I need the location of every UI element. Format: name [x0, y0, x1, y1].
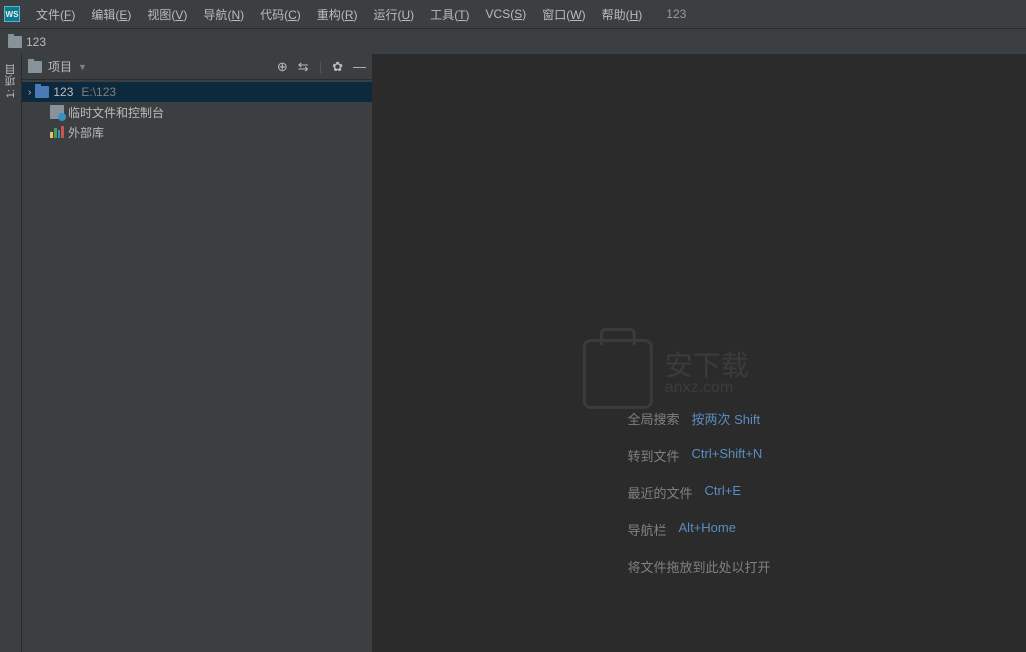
- menu-file[interactable]: 文件(F): [28, 2, 83, 27]
- watermark-logo: 安下载 anxz.com: [583, 339, 749, 409]
- shortcuts-list: 全局搜索 按两次 Shift 转到文件 Ctrl+Shift+N 最近的文件 C…: [627, 409, 770, 576]
- minimize-icon[interactable]: —: [353, 59, 366, 74]
- menu-code[interactable]: 代码(C): [252, 2, 309, 27]
- menu-navigate[interactable]: 导航(N): [195, 2, 252, 27]
- chevron-down-icon: ▼: [78, 62, 87, 72]
- app-icon: WS: [4, 6, 20, 22]
- divider: |: [319, 59, 322, 74]
- menu-window[interactable]: 窗口(W): [534, 2, 593, 27]
- shortcut-recent-files[interactable]: 最近的文件 Ctrl+E: [627, 483, 741, 502]
- watermark-text: 安下载 anxz.com: [665, 352, 749, 396]
- tree-label: 123: [53, 85, 73, 99]
- menu-tools[interactable]: 工具(T): [422, 2, 477, 27]
- window-title-project: 123: [666, 7, 686, 21]
- menu-edit[interactable]: 编辑(E): [83, 2, 139, 27]
- gear-icon[interactable]: ✿: [332, 59, 343, 75]
- menu-vcs[interactable]: VCS(S): [478, 3, 535, 25]
- menubar: WS 文件(F) 编辑(E) 视图(V) 导航(N) 代码(C) 重构(R) 运…: [0, 0, 1026, 28]
- shortcut-goto-file[interactable]: 转到文件 Ctrl+Shift+N: [627, 446, 762, 465]
- left-toolwindow-gutter: 1: 项目: [0, 54, 22, 652]
- expand-icon[interactable]: ⇆: [298, 59, 309, 75]
- target-icon[interactable]: ⊕: [277, 59, 288, 75]
- breadcrumb-bar: 123: [0, 28, 1026, 54]
- folder-icon: [35, 86, 49, 98]
- scratch-icon: [50, 105, 64, 119]
- tree-label: 外部库: [68, 124, 104, 141]
- sidebar-header: 项目 ▼ ⊕ ⇆ | ✿ —: [22, 54, 372, 80]
- tree-row-external-libs[interactable]: 外部库: [22, 122, 372, 142]
- main-area: 1: 项目 项目 ▼ ⊕ ⇆ | ✿ — › 123 E:\123: [0, 54, 1026, 652]
- library-icon: [50, 126, 64, 138]
- shortcut-search-everywhere[interactable]: 全局搜索 按两次 Shift: [627, 409, 760, 428]
- sidebar-actions: ⊕ ⇆ | ✿ —: [277, 59, 366, 75]
- project-tree: › 123 E:\123 临时文件和控制台 外部库: [22, 80, 372, 652]
- menu-view[interactable]: 视图(V): [139, 2, 195, 27]
- menu-refactor[interactable]: 重构(R): [309, 2, 366, 27]
- menu-help[interactable]: 帮助(H): [594, 2, 651, 27]
- chevron-right-icon[interactable]: ›: [28, 87, 31, 98]
- tree-path: E:\123: [81, 85, 116, 99]
- editor-empty-state: 安下载 anxz.com 全局搜索 按两次 Shift 转到文件 Ctrl+Sh…: [372, 54, 1026, 652]
- tab-project[interactable]: 1: 项目: [1, 58, 21, 104]
- breadcrumb-root[interactable]: 123: [8, 35, 46, 49]
- folder-icon: [8, 36, 22, 48]
- tree-row-project-root[interactable]: › 123 E:\123: [22, 82, 372, 102]
- folder-icon: [28, 61, 42, 73]
- bag-icon: [583, 339, 653, 409]
- tree-row-scratches[interactable]: 临时文件和控制台: [22, 102, 372, 122]
- menu-run[interactable]: 运行(U): [365, 2, 422, 27]
- tree-label: 临时文件和控制台: [68, 104, 164, 121]
- project-sidebar: 项目 ▼ ⊕ ⇆ | ✿ — › 123 E:\123 临时文件和控制台: [22, 54, 372, 652]
- shortcut-navbar[interactable]: 导航栏 Alt+Home: [627, 520, 735, 539]
- breadcrumb-label: 123: [26, 35, 46, 49]
- drop-hint: 将文件拖放到此处以打开: [627, 557, 770, 576]
- sidebar-title[interactable]: 项目 ▼: [28, 58, 87, 75]
